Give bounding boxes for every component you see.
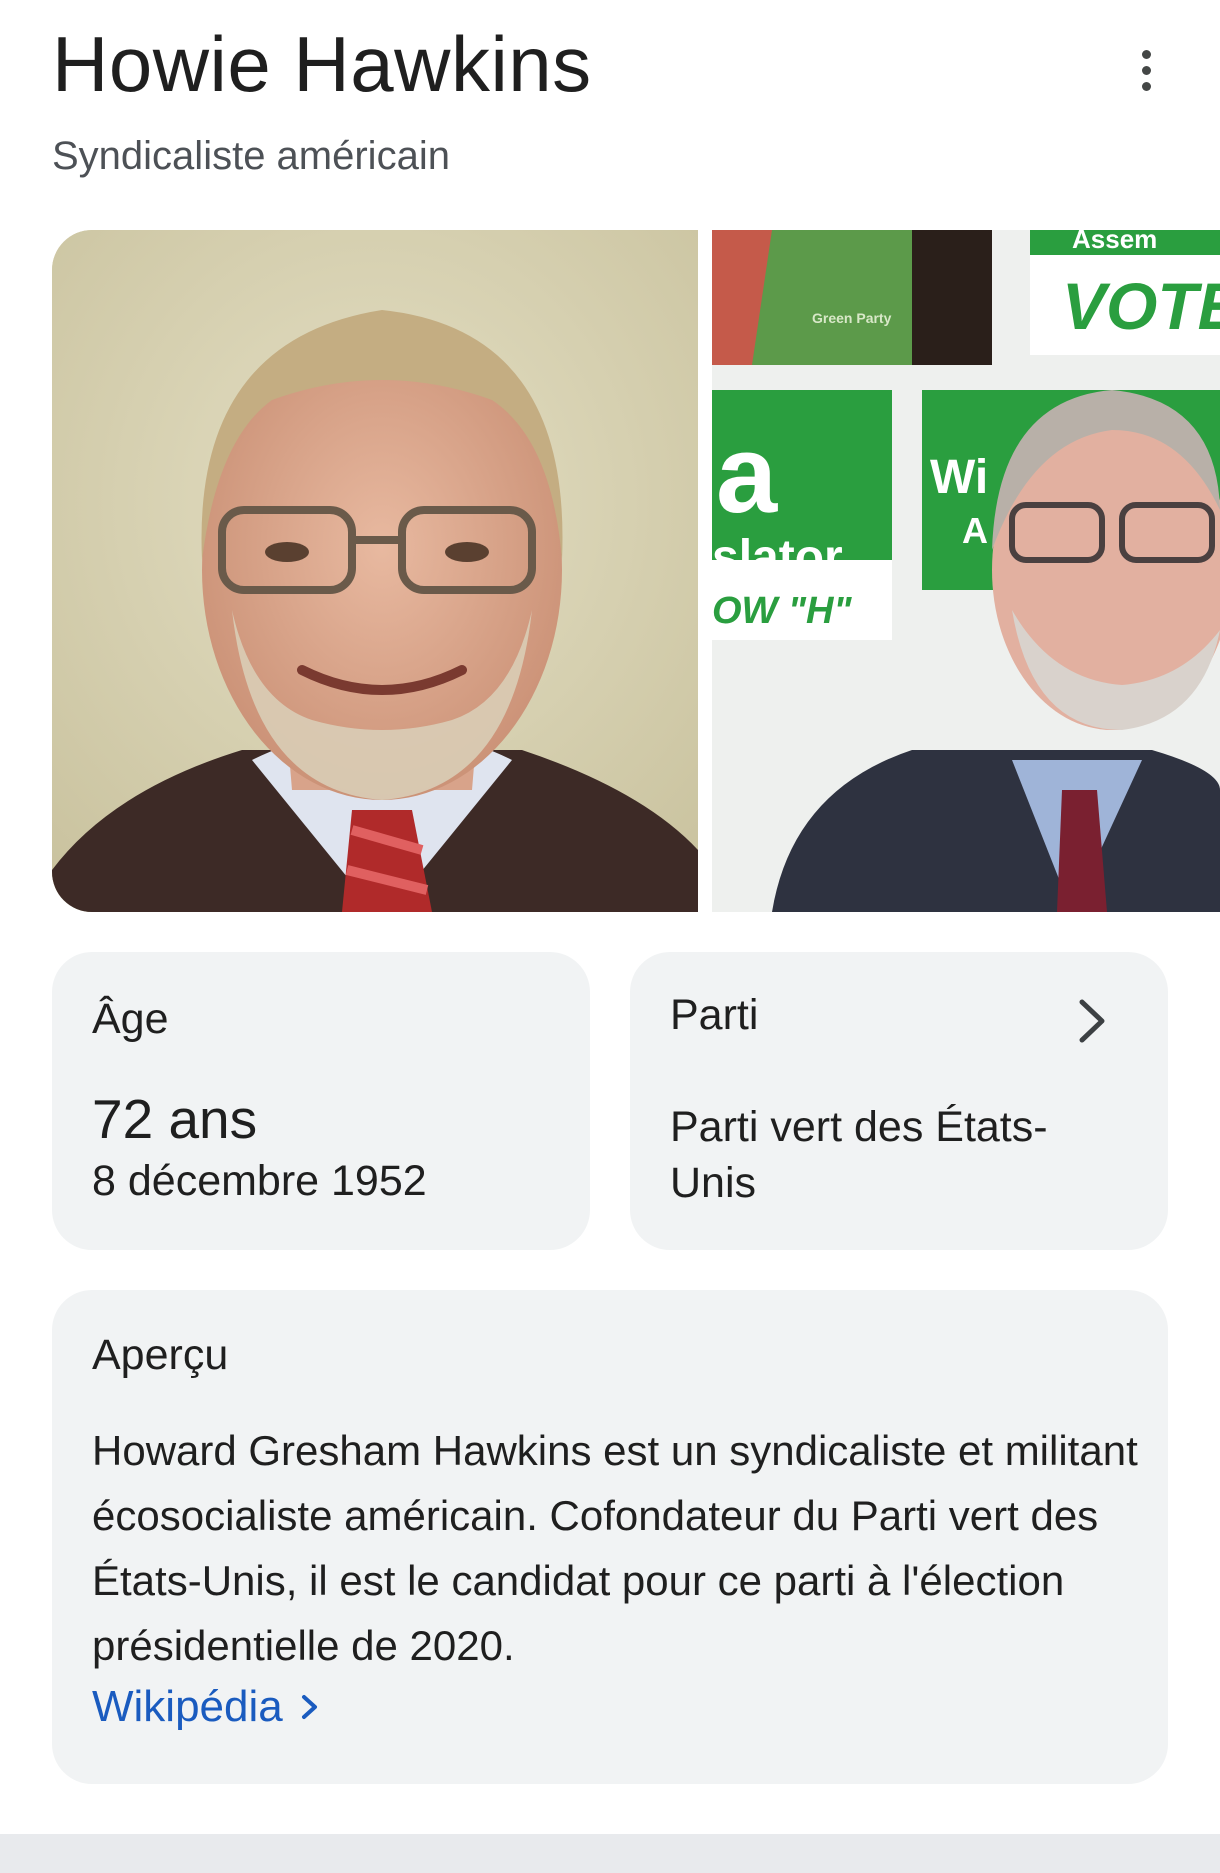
page-title: Howie Hawkins	[52, 20, 592, 108]
more-options-button[interactable]	[1116, 40, 1176, 100]
sign-text-vote: VOTE	[1062, 269, 1220, 343]
portrait-image	[52, 230, 698, 912]
overview-label: Aperçu	[92, 1331, 229, 1379]
overview-text: Howard Gresham Hawkins est un syndicalis…	[92, 1427, 1138, 1669]
portrait-photo[interactable]	[52, 230, 698, 912]
sign-text-assem: Assem	[1072, 230, 1158, 254]
more-vert-icon	[1141, 49, 1151, 59]
sign-text-a: a	[716, 413, 778, 536]
chevron-right-icon	[1079, 999, 1105, 1043]
more-vert-icon-dot	[1141, 65, 1151, 75]
campaign-photo[interactable]: Assem VOTE a slator OW "H" Wi A Green Pa…	[712, 230, 1220, 912]
sign-text-green-party: Green Party	[812, 310, 892, 326]
bottom-divider	[0, 1834, 1220, 1873]
sign-text-wi: Wi	[930, 451, 989, 504]
overview-card: Aperçu Howard Gresham Hawkins est un syn…	[52, 1290, 1168, 1784]
chevron-right-icon	[301, 1694, 317, 1719]
party-label: Parti	[670, 991, 759, 1039]
party-value: Parti vert des États-Unis	[670, 1103, 1048, 1207]
wikipedia-link-label: Wikipédia	[92, 1682, 283, 1731]
sign-text-ow-h: OW "H"	[712, 590, 852, 632]
sign-text-a2: A	[962, 510, 988, 551]
more-vert-icon-dot	[1141, 81, 1151, 91]
age-value: 72 ans	[92, 1088, 258, 1150]
age-card: Âge 72 ans 8 décembre 1952	[52, 952, 590, 1250]
sign-text-slator: slator	[712, 531, 843, 584]
wikipedia-link[interactable]: Wikipédia	[92, 1678, 321, 1735]
age-label: Âge	[92, 995, 169, 1043]
page-subtitle: Syndicaliste américain	[52, 134, 450, 178]
party-card[interactable]: Parti Parti vert des États-Unis	[630, 952, 1168, 1250]
birth-date: 8 décembre 1952	[92, 1157, 427, 1205]
